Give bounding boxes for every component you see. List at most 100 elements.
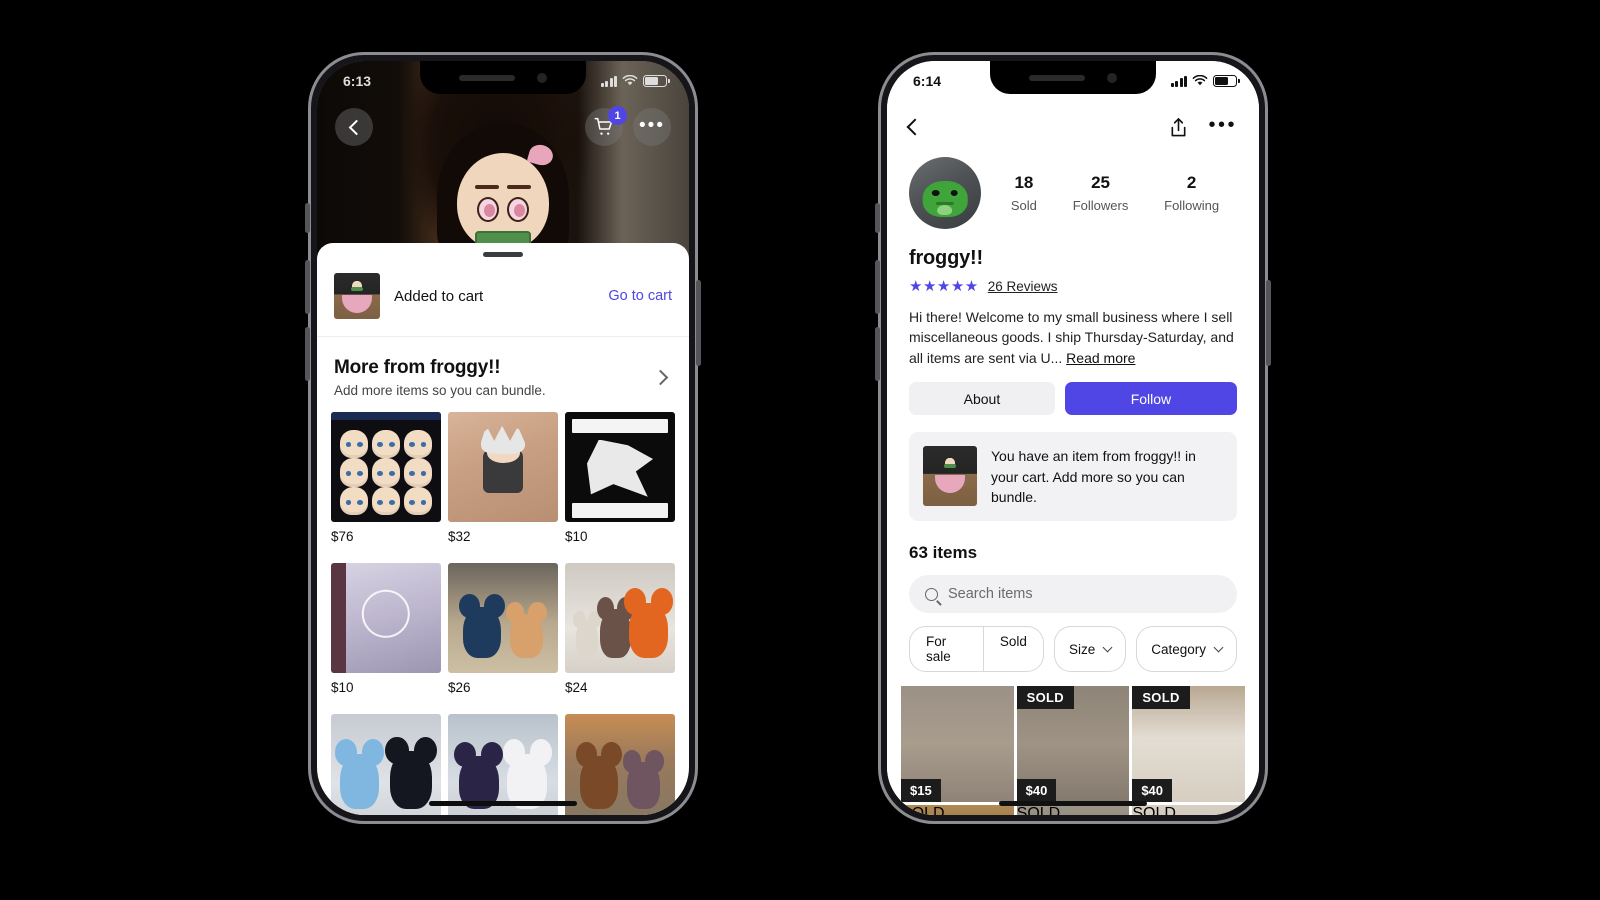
more-from-seller-title: More from froggy!! [334,357,501,378]
filter-size[interactable]: Size [1053,626,1127,673]
right-screen: 6:14 51 ••• 18 Sold 25 Followers 2 Follo… [887,61,1259,815]
battery-icon: 51 [643,75,670,87]
chevron-left-icon [906,118,924,136]
product-price: $10 [565,529,588,544]
about-button[interactable]: About [909,382,1055,416]
added-to-cart-banner: Added to cart Go to cart [317,257,689,337]
filter-category[interactable]: Category [1136,626,1237,673]
search-icon [925,587,938,601]
added-to-cart-label: Added to cart [394,287,484,305]
listing-card[interactable]: SOLD [1132,805,1245,815]
notch [420,61,586,94]
right-top-nav: ••• [887,103,1259,151]
mute-switch[interactable] [305,203,310,233]
cart-badge: 1 [608,106,627,125]
product-image [448,714,558,815]
back-button[interactable] [906,118,924,136]
seller-profile-page: 6:14 51 ••• 18 Sold 25 Followers 2 Follo… [887,61,1259,815]
sold-badge: SOLD [1016,805,1061,815]
volume-up-button[interactable] [875,260,880,314]
product-card[interactable]: $24 [565,563,675,707]
read-more-link[interactable]: Read more [1066,350,1135,366]
listing-price: $40 [1132,779,1173,803]
product-price: $26 [448,680,471,695]
product-price: $24 [565,680,588,695]
more-menu-button[interactable]: ••• [1208,115,1237,135]
stat-followers[interactable]: 25 Followers [1073,173,1129,213]
product-image [448,563,558,673]
wifi-icon [1192,75,1208,86]
shop-name: froggy!! [909,247,983,269]
stat-sold[interactable]: 18 Sold [1011,173,1037,213]
profile-action-buttons: About Follow [887,368,1259,416]
mute-switch[interactable] [875,203,880,233]
search-placeholder: Search items [948,586,1033,603]
product-card[interactable]: $10 [565,412,675,556]
sold-badge: SOLD [1016,686,1074,710]
share-icon[interactable] [1169,117,1188,138]
seller-product-grid: $76 $32 $10 $10 $26 $24 [317,412,689,815]
bottom-sheet[interactable]: Added to cart Go to cart More from frogg… [317,243,689,815]
more-menu-button[interactable]: ••• [633,108,671,146]
listings-grid: $15 SOLD $40 SOLD $40 [887,672,1259,803]
sold-badge: SOLD [1132,805,1176,815]
reviews-link[interactable]: 26 Reviews [988,279,1058,294]
more-from-seller-header[interactable]: More from froggy!! Add more items so you… [317,337,689,412]
power-button[interactable] [696,280,701,366]
listing-card[interactable]: SOLD [901,805,1014,815]
avatar[interactable] [909,157,981,229]
product-card[interactable]: $32 [448,412,558,556]
back-button[interactable] [335,108,373,146]
home-indicator[interactable] [429,801,577,806]
product-card[interactable]: $28 [565,714,675,815]
cart-reminder-text: You have an item from froggy!! in your c… [991,448,1196,505]
search-input[interactable]: Search items [909,575,1237,614]
cellular-signal-icon [600,75,617,87]
product-card[interactable]: $26 [448,563,558,707]
product-image [565,563,675,673]
cart-reminder-card[interactable]: You have an item from froggy!! in your c… [909,432,1237,522]
notch [990,61,1156,94]
go-to-cart-link[interactable]: Go to cart [608,288,672,304]
profile-header: 18 Sold 25 Followers 2 Following [887,153,1259,229]
follow-button[interactable]: Follow [1064,382,1237,416]
volume-down-button[interactable] [875,327,880,381]
phone-left: 6:13 51 1 ••• Added to cart Go to cart M… [305,52,701,824]
status-time: 6:13 [343,73,372,89]
product-image [331,412,441,522]
chevron-right-icon[interactable] [652,369,669,386]
product-image [331,563,441,673]
status-time: 6:14 [913,73,942,89]
listing-card[interactable]: $15 [901,686,1014,803]
chevron-left-icon [348,119,364,135]
home-indicator[interactable] [999,801,1147,806]
product-card[interactable]: $26 [448,714,558,815]
profile-stats: 18 Sold 25 Followers 2 Following [981,173,1237,213]
cart-button[interactable]: 1 [585,106,627,146]
for-sale-sold-segment: For sale Sold [909,626,1044,673]
power-button[interactable] [1266,280,1271,366]
more-from-seller-subtitle: Add more items so you can bundle. [334,383,546,398]
star-rating: ★★★★★ [909,278,979,295]
left-screen: 6:13 51 1 ••• Added to cart Go to cart M… [317,61,689,815]
figure-illustration [437,123,569,273]
phone-right: 6:14 51 ••• 18 Sold 25 Followers 2 Follo… [875,52,1271,824]
filter-chips: For sale Sold Size Category [887,613,1259,673]
more-horizontal-icon: ••• [639,114,665,136]
product-card[interactable]: $10 [331,563,441,707]
stat-following[interactable]: 2 Following [1164,173,1219,213]
product-card[interactable]: $28 [331,714,441,815]
product-image [331,714,441,815]
filter-for-sale[interactable]: For sale [910,627,983,671]
product-image [565,714,675,815]
cart-item-thumbnail [334,273,380,319]
volume-up-button[interactable] [305,260,310,314]
listing-card[interactable]: SOLD $40 [1132,686,1245,803]
filter-sold[interactable]: Sold [982,627,1043,672]
product-card[interactable]: $76 [331,412,441,556]
rating-row: ★★★★★ 26 Reviews [887,270,1259,295]
items-count: 63 items [909,543,978,563]
volume-down-button[interactable] [305,327,310,381]
listing-card[interactable]: SOLD $40 [1016,686,1130,803]
listing-card[interactable]: SOLD [1016,805,1130,815]
